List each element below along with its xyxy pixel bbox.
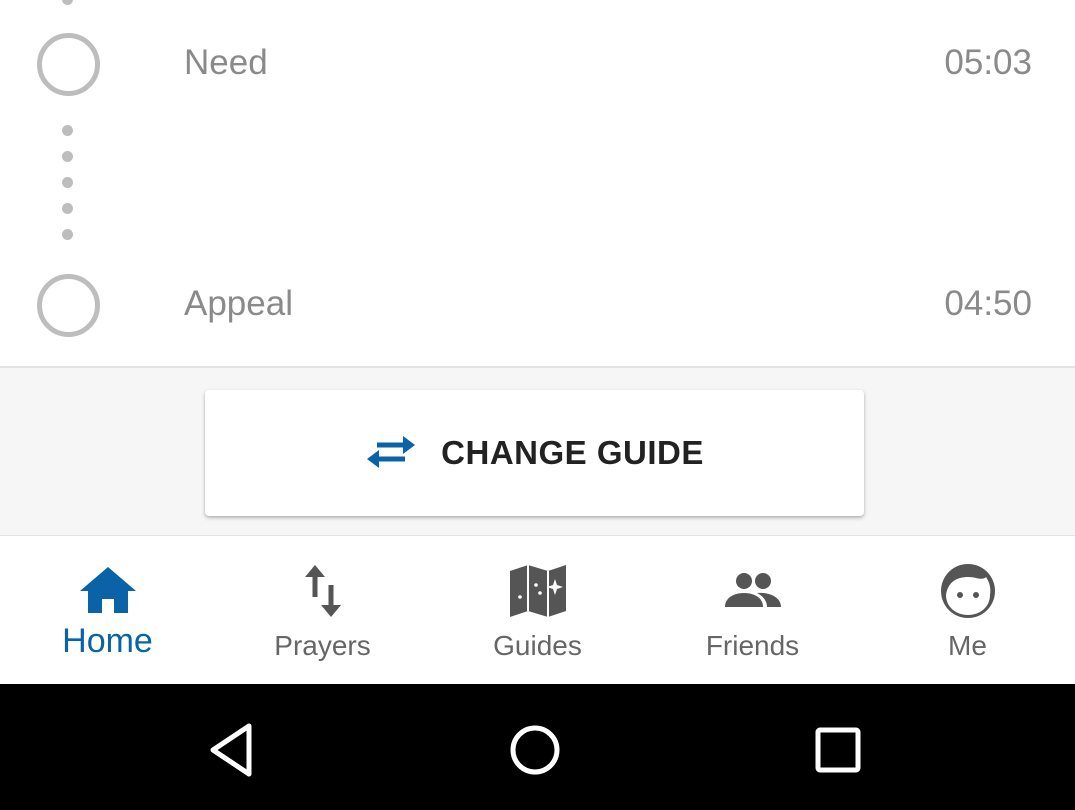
step-label: Need (184, 43, 268, 82)
nav-guides[interactable]: Guides (430, 537, 645, 684)
timeline-dot (62, 203, 73, 214)
swap-horizontal-icon (367, 436, 416, 468)
timeline-dot (62, 125, 73, 136)
map-icon (509, 565, 566, 617)
timeline-connector-dot (62, 0, 73, 5)
guide-action-area: CHANGE GUIDE (0, 368, 1075, 536)
timeline-dot (62, 229, 73, 240)
face-icon (940, 564, 995, 618)
back-icon[interactable] (201, 718, 265, 782)
timeline-step[interactable]: Appeal 04:50 (0, 270, 1075, 340)
home-icon (79, 567, 136, 613)
home-circle-icon[interactable] (503, 718, 567, 782)
change-guide-button[interactable]: CHANGE GUIDE (205, 390, 864, 516)
nav-label: Me (948, 630, 987, 661)
timeline-dot (62, 177, 73, 188)
bottom-navigation: Home Prayers Guides Friends Me (0, 537, 1075, 684)
step-duration: 04:50 (944, 284, 1032, 323)
timeline-step[interactable]: Need 05:03 (0, 29, 1075, 99)
prayer-timeline: Need 05:03 Appeal 04:50 (0, 0, 1075, 368)
nav-friends[interactable]: Friends (645, 537, 860, 684)
nav-prayers[interactable]: Prayers (215, 537, 430, 684)
step-checkbox[interactable] (37, 33, 100, 96)
people-icon (724, 573, 781, 607)
nav-home[interactable]: Home (0, 537, 215, 684)
app-screen: Need 05:03 Appeal 04:50 CHANGE GUIDE Hom… (0, 0, 1075, 810)
nav-label: Guides (493, 630, 582, 661)
system-navigation-bar (0, 684, 1075, 810)
timeline-dot (62, 151, 73, 162)
nav-me[interactable]: Me (860, 537, 1075, 684)
change-guide-label: CHANGE GUIDE (441, 434, 704, 471)
nav-label: Prayers (274, 630, 371, 661)
step-duration: 05:03 (944, 43, 1032, 82)
timeline-collapsed-dots[interactable] (62, 125, 74, 255)
nav-label: Friends (705, 630, 800, 661)
sort-arrows-icon (304, 565, 341, 617)
step-checkbox[interactable] (37, 274, 100, 337)
recents-icon[interactable] (806, 718, 870, 782)
nav-label: Home (62, 622, 153, 660)
step-label: Appeal (184, 284, 293, 323)
